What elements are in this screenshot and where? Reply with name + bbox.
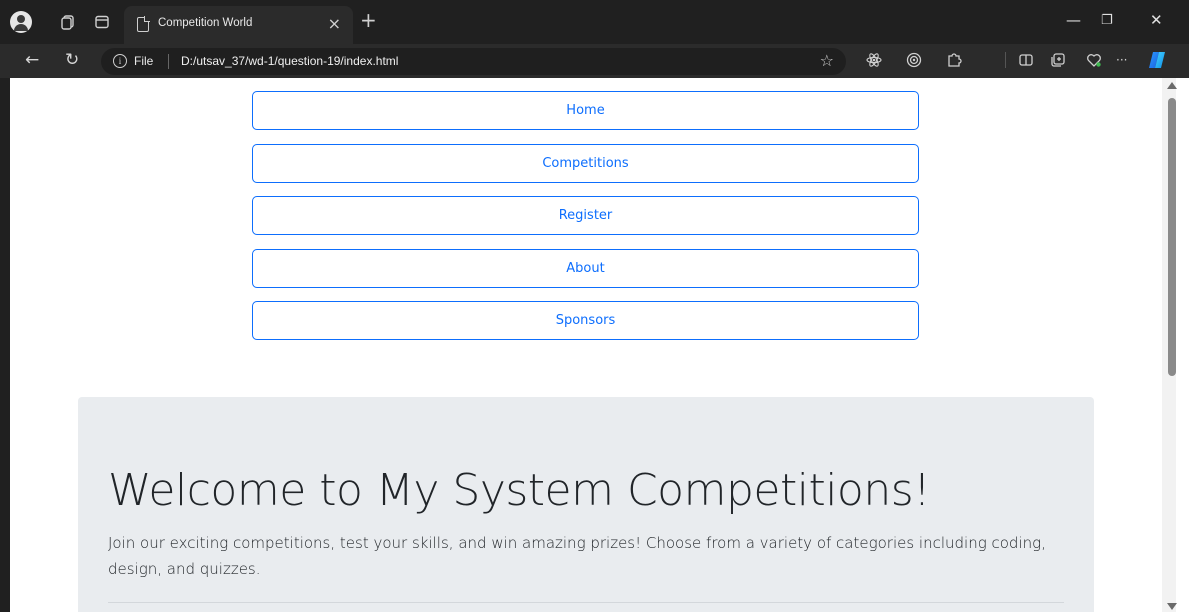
split-screen-icon[interactable] xyxy=(1018,52,1034,72)
info-icon[interactable]: i xyxy=(113,54,127,68)
minimize-icon[interactable]: — xyxy=(1066,11,1081,29)
toolbar-divider xyxy=(1005,52,1006,68)
tab-actions-icon[interactable] xyxy=(92,12,112,32)
workspaces-icon[interactable] xyxy=(58,12,78,32)
back-icon[interactable]: ← xyxy=(25,51,39,69)
collections-icon[interactable] xyxy=(1050,52,1066,72)
refresh-icon[interactable]: ↻ xyxy=(65,51,79,69)
title-bar: Competition World × + — ❐ ✕ xyxy=(0,0,1189,44)
favorite-star-icon[interactable]: ☆ xyxy=(820,51,834,70)
address-separator xyxy=(168,54,169,69)
hero-lead-text: Join our exciting competitions, test you… xyxy=(108,534,1046,578)
file-label: File xyxy=(134,54,154,68)
restore-icon[interactable]: ❐ xyxy=(1101,13,1113,28)
scroll-up-arrow-icon[interactable] xyxy=(1167,82,1177,89)
profile-avatar-icon[interactable] xyxy=(10,11,32,33)
extension-react-icon[interactable] xyxy=(866,52,882,72)
browser-essentials-icon[interactable] xyxy=(1086,52,1102,72)
tab-close-icon[interactable]: × xyxy=(328,14,341,33)
close-window-icon[interactable]: ✕ xyxy=(1150,11,1163,29)
hero-jumbotron: Welcome to My System Competitions! Join … xyxy=(78,397,1094,612)
url-text[interactable]: D:/utsav_37/wd-1/question-19/index.html xyxy=(181,54,398,68)
tab-competition-world[interactable]: Competition World × xyxy=(124,6,353,44)
nav-link-competitions[interactable]: Competitions xyxy=(252,143,919,183)
nav-link-home[interactable]: Home xyxy=(252,91,919,130)
page-scrollbar[interactable] xyxy=(1159,78,1189,612)
extensions-puzzle-icon[interactable] xyxy=(946,52,962,72)
copilot-icon[interactable] xyxy=(1147,51,1169,69)
nav-link-sponsors[interactable]: Sponsors xyxy=(252,301,919,340)
extension-target-icon[interactable] xyxy=(906,52,922,72)
nav-link-register[interactable]: Register xyxy=(252,196,919,235)
scroll-track[interactable] xyxy=(1162,78,1177,612)
browser-toolbar: ← ↻ i File D:/utsav_37/wd-1/question-19/… xyxy=(0,44,1189,78)
more-options-icon[interactable]: ··· xyxy=(1116,52,1127,68)
page-viewport: Home Competitions Register About Sponsor… xyxy=(10,78,1159,612)
main-nav: Home Competitions Register About Sponsor… xyxy=(252,91,920,354)
scroll-down-arrow-icon[interactable] xyxy=(1167,603,1177,610)
nav-link-about[interactable]: About xyxy=(252,248,919,288)
address-bar[interactable]: i File D:/utsav_37/wd-1/question-19/inde… xyxy=(101,48,846,75)
hero-title: Welcome to My System Competitions! xyxy=(108,465,931,516)
scroll-thumb[interactable] xyxy=(1168,98,1176,376)
hero-divider xyxy=(108,602,1064,603)
page-icon xyxy=(137,16,150,32)
tab-title: Competition World xyxy=(158,17,253,29)
browser-window: Competition World × + — ❐ ✕ ← ↻ i File D… xyxy=(0,0,1189,612)
new-tab-button[interactable]: + xyxy=(360,10,377,30)
